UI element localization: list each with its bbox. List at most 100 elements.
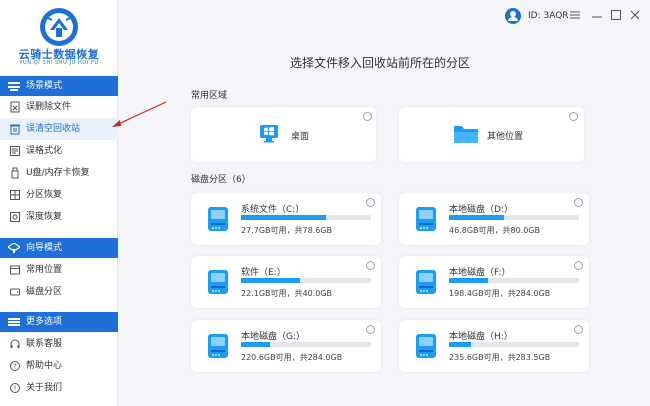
sidebar-item-label: 误删除文件 xyxy=(26,102,72,112)
file-delete-icon xyxy=(10,101,20,113)
drive-name: 本地磁盘（D:） xyxy=(449,205,513,215)
select-radio[interactable] xyxy=(366,325,375,334)
info-icon: ! xyxy=(10,383,20,393)
drive-size: 198.4GB可用，共284.0GB xyxy=(449,289,551,298)
partition-icon xyxy=(10,190,20,200)
sidebar: 云骑士数据恢复 YUN QI SHI SHU JU HUI FU 场景模式 误删… xyxy=(0,0,118,406)
disk-partition-icon xyxy=(10,288,20,296)
drive-size: 27.7GB可用，共78.6GB xyxy=(241,226,332,235)
sidebar-item-label: 帮助中心 xyxy=(26,361,63,371)
sidebar-item-usb-card[interactable]: U盘/内存卡恢复 xyxy=(0,162,118,184)
drive-usage-bar xyxy=(241,342,371,347)
sidebar-item-disk-partitions[interactable]: 磁盘分区 xyxy=(0,281,118,303)
sidebar-item-label: 联系客服 xyxy=(26,339,63,349)
sidebar-item-help-center[interactable]: ? 帮助中心 xyxy=(0,355,118,377)
common-areas-label: 常用区域 xyxy=(191,91,228,101)
section-title: 更多选项 xyxy=(26,317,63,327)
sidebar-item-common-locations[interactable]: 常用位置 xyxy=(0,259,118,281)
user-id-text: ID: 3AQR xyxy=(528,11,569,21)
drive-name: 软件（E:） xyxy=(241,268,286,278)
recycle-bin-icon xyxy=(10,124,20,135)
hard-drive-icon xyxy=(208,270,228,294)
drive-card[interactable]: 本地磁盘（H:） 235.6GB可用，共283.5GB xyxy=(399,320,589,372)
common-item-desktop[interactable]: 桌面 xyxy=(191,107,376,162)
sidebar-item-label: 常用位置 xyxy=(26,265,63,275)
drive-usage-fill xyxy=(241,342,270,347)
sidebar-item-label: 深度恢复 xyxy=(26,212,63,222)
drive-card[interactable]: 本地磁盘（G:） 220.6GB可用，共284.0GB xyxy=(191,320,381,372)
minimize-icon[interactable] xyxy=(591,9,603,21)
section-wizard-mode: 向导模式 xyxy=(0,238,118,258)
location-icon xyxy=(10,265,20,275)
drive-name: 本地磁盘（H:） xyxy=(449,332,513,342)
select-radio[interactable] xyxy=(574,198,583,207)
drive-card[interactable]: 软件（E:） 22.1GB可用，共40.0GB xyxy=(191,256,381,308)
deep-scan-icon xyxy=(10,212,20,222)
svg-text:!: ! xyxy=(14,385,17,393)
section-scene-mode: 场景模式 xyxy=(0,76,118,96)
sidebar-item-format[interactable]: 误格式化 xyxy=(0,140,118,162)
drive-card[interactable]: 本地磁盘（F:） 198.4GB可用，共284.0GB xyxy=(399,256,589,308)
common-item-name: 其他位置 xyxy=(487,132,524,142)
folder-icon xyxy=(454,126,478,143)
headset-icon xyxy=(10,339,20,348)
hard-drive-icon xyxy=(416,334,436,358)
hard-drive-icon xyxy=(208,207,228,231)
sidebar-item-deleted-files[interactable]: 误删除文件 xyxy=(0,96,118,118)
wizard-mode-icon xyxy=(8,243,20,253)
page-headline: 选择文件移入回收站前所在的分区 xyxy=(289,56,470,70)
disk-partitions-label: 磁盘分区（6） xyxy=(191,175,251,185)
common-item-name: 桌面 xyxy=(291,132,310,142)
drive-usage-fill xyxy=(449,215,504,220)
close-icon[interactable] xyxy=(629,9,641,21)
sidebar-item-label: U盘/内存卡恢复 xyxy=(26,168,90,178)
section-title: 场景模式 xyxy=(26,81,63,91)
hard-drive-icon xyxy=(416,270,436,294)
scene-mode-icon xyxy=(8,82,20,91)
drive-usage-bar xyxy=(449,215,579,220)
drive-card[interactable]: 本地磁盘（D:） 46.8GB可用，共80.0GB xyxy=(399,193,589,245)
drive-size: 46.8GB可用，共80.0GB xyxy=(449,226,540,235)
drive-name: 系统文件（C:） xyxy=(241,205,305,215)
common-item-other-location[interactable]: 其他位置 xyxy=(399,107,584,162)
select-radio[interactable] xyxy=(366,261,375,270)
maximize-icon[interactable] xyxy=(610,9,622,21)
drive-usage-fill xyxy=(449,278,488,283)
drive-size: 22.1GB可用，共40.0GB xyxy=(241,289,332,298)
menu-icon[interactable] xyxy=(569,9,581,21)
sidebar-item-partition-recovery[interactable]: 分区恢复 xyxy=(0,184,118,206)
section-more-options: 更多选项 xyxy=(0,312,118,332)
logo-knight-icon xyxy=(40,8,78,46)
logo-subtitle: YUN QI SHI SHU JU HUI FU xyxy=(19,60,99,66)
select-radio[interactable] xyxy=(366,198,375,207)
desktop-icon xyxy=(260,125,278,143)
sidebar-item-contact-support[interactable]: 联系客服 xyxy=(0,333,118,355)
user-id[interactable]: ID: 3AQR xyxy=(504,7,569,25)
hard-drive-icon xyxy=(416,207,436,231)
help-icon: ? xyxy=(10,361,20,371)
select-radio[interactable] xyxy=(574,325,583,334)
sidebar-item-deep-recovery[interactable]: 深度恢复 xyxy=(0,206,118,228)
drive-name: 本地磁盘（G:） xyxy=(241,332,306,342)
drive-size: 235.6GB可用，共283.5GB xyxy=(449,353,551,362)
select-radio[interactable] xyxy=(363,112,372,121)
sidebar-item-about-us[interactable]: ! 关于我们 xyxy=(0,377,118,399)
drive-name: 本地磁盘（F:） xyxy=(449,268,511,278)
section-title: 向导模式 xyxy=(26,243,63,253)
format-icon xyxy=(10,146,20,156)
drive-card[interactable]: 系统文件（C:） 27.7GB可用，共78.6GB xyxy=(191,193,381,245)
sidebar-item-label: 误格式化 xyxy=(26,146,63,156)
sidebar-item-label: 磁盘分区 xyxy=(26,287,63,297)
app-logo: 云骑士数据恢复 YUN QI SHI SHU JU HUI FU xyxy=(0,0,118,72)
sidebar-item-label: 关于我们 xyxy=(26,383,63,393)
drive-usage-fill xyxy=(241,215,326,220)
drive-usage-bar xyxy=(449,278,579,283)
hard-drive-icon xyxy=(208,334,228,358)
drive-size: 220.6GB可用，共284.0GB xyxy=(241,353,343,362)
sidebar-item-emptied-recycle-bin[interactable]: 误清空回收站 xyxy=(0,118,118,140)
drive-usage-fill xyxy=(449,342,472,347)
drive-usage-fill xyxy=(241,278,300,283)
svg-text:?: ? xyxy=(13,363,17,371)
select-radio[interactable] xyxy=(569,112,578,121)
select-radio[interactable] xyxy=(574,261,583,270)
